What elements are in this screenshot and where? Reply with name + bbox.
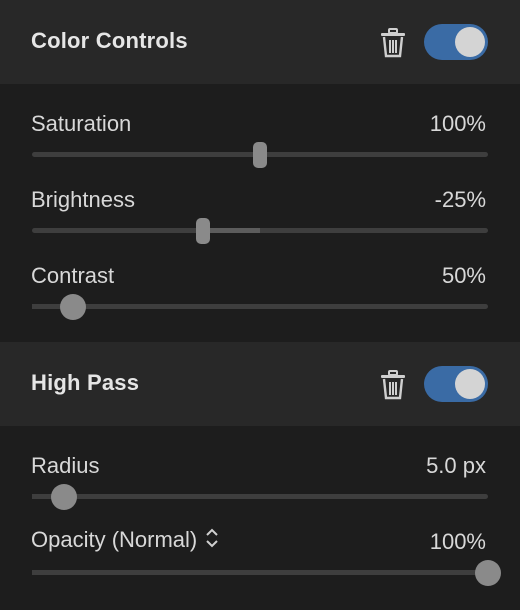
brightness-slider[interactable] (32, 217, 488, 244)
toggle-knob (455, 27, 485, 57)
trash-icon[interactable] (380, 370, 406, 400)
slider-thumb[interactable] (60, 294, 87, 320)
opacity-label: Opacity (Normal) (31, 527, 198, 552)
contrast-slider[interactable] (32, 293, 488, 320)
radius-label: Radius (31, 453, 100, 478)
slider-thumb[interactable] (253, 142, 267, 168)
slider-thumb[interactable] (50, 484, 77, 510)
brightness-value[interactable]: -25% (435, 187, 486, 213)
brightness-label: Brightness (31, 187, 135, 212)
enable-toggle[interactable] (424, 24, 488, 60)
toggle-knob (455, 369, 485, 399)
radius-value[interactable]: 5.0 px (426, 453, 486, 479)
section-header-high-pass: High Pass (0, 342, 520, 426)
opacity-slider[interactable] (32, 559, 501, 586)
contrast-label: Contrast (31, 263, 115, 288)
slider-track (32, 494, 488, 499)
slider-track (32, 304, 488, 309)
contrast-value[interactable]: 50% (442, 263, 486, 289)
opacity-value[interactable]: 100% (430, 529, 486, 555)
enable-toggle[interactable] (424, 366, 488, 402)
saturation-slider[interactable] (32, 141, 488, 168)
opacity-blend-dropdown[interactable]: Opacity (Normal) (31, 527, 219, 555)
section-title: Color Controls (31, 28, 188, 53)
slider-thumb[interactable] (475, 560, 501, 586)
slider-track (32, 228, 488, 233)
saturation-value[interactable]: 100% (430, 111, 486, 137)
section-header-color-controls: Color Controls (0, 0, 520, 84)
radius-slider[interactable] (32, 483, 488, 510)
slider-fill (32, 570, 488, 575)
slider-fill (203, 228, 260, 233)
updown-chevron-icon[interactable] (205, 527, 219, 555)
section-title: High Pass (31, 370, 140, 395)
trash-icon[interactable] (380, 28, 406, 58)
saturation-label: Saturation (31, 111, 132, 136)
slider-thumb[interactable] (196, 218, 210, 244)
